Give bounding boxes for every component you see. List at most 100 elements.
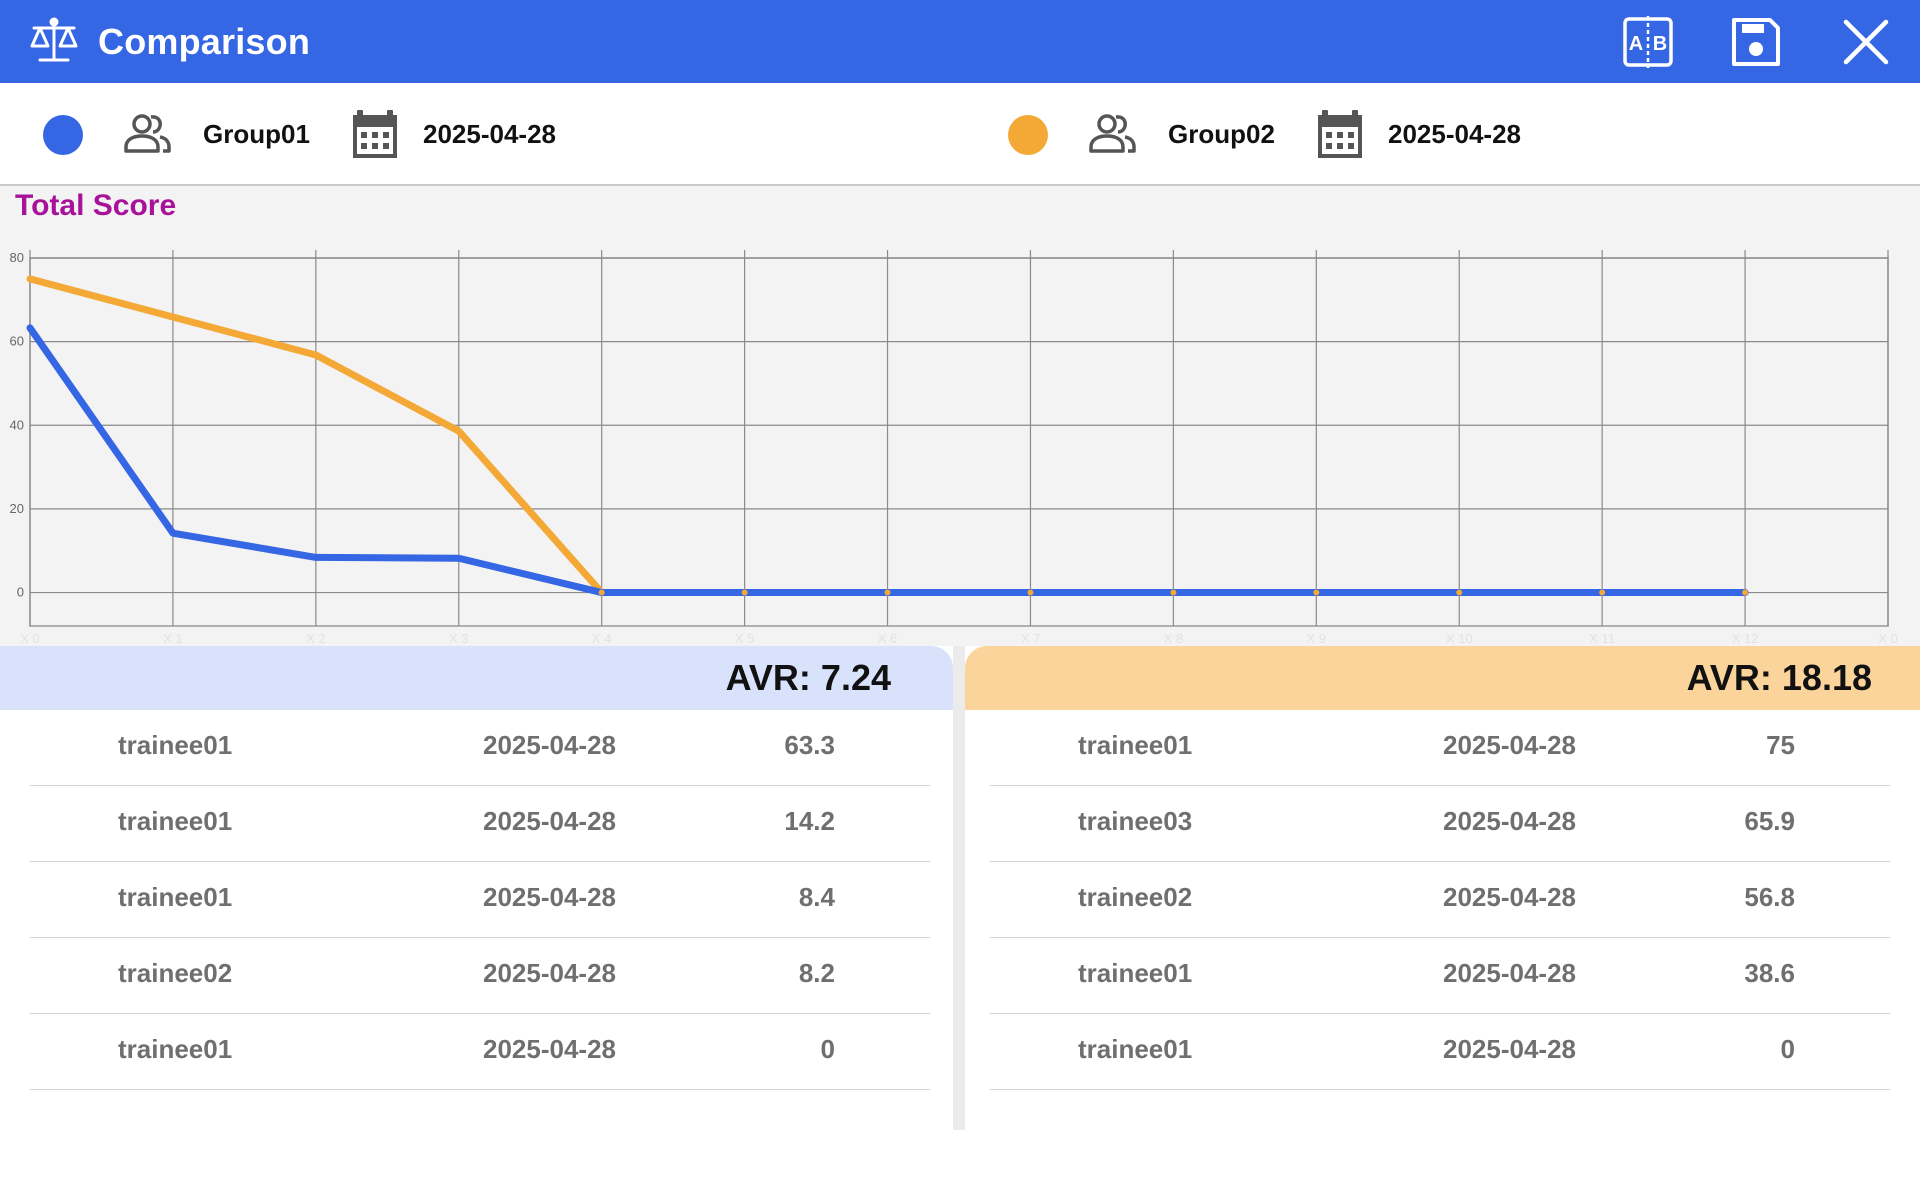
row-date: 2025-04-28 [483, 1034, 616, 1064]
data-point [312, 352, 319, 359]
trainee-name: trainee03 [1078, 806, 1193, 836]
score-value: 75 [1766, 730, 1795, 760]
data-point [598, 589, 605, 596]
x-tick-label: X 1 [163, 631, 183, 646]
data-point [27, 275, 33, 282]
trainee-name: trainee01 [118, 730, 233, 760]
row-date: 2025-04-28 [1443, 958, 1576, 988]
y-tick-label: 20 [10, 501, 24, 516]
chart-area: 0 20 40 60 80 X 0 X 1 X 2 X 3 X 4 X 5 X 6 X 7 X 8 X 9 X… [0, 186, 1920, 646]
average-label: AVR: 18.18 [1686, 657, 1872, 698]
trainee-name: trainee01 [118, 806, 233, 836]
results-list: trainee01 2025-04-28 63.3 trainee01 2025-04-… [30, 710, 930, 1090]
table-row[interactable]: trainee01 2025-04-28 8.4 [30, 862, 930, 938]
date-select-1[interactable]: 2025-04-28 [423, 83, 556, 186]
score-value: 0 [820, 1034, 835, 1064]
x-tick-label: X 8 [1164, 631, 1184, 646]
row-date: 2025-04-28 [1443, 806, 1576, 836]
x-tick-label: X 2 [306, 631, 326, 646]
row-date: 2025-04-28 [1443, 730, 1576, 760]
data-point [741, 589, 748, 596]
score-value: 65.9 [1744, 806, 1795, 836]
table-row[interactable]: trainee03 2025-04-28 65.9 [990, 786, 1890, 862]
trainee-name: trainee02 [118, 958, 233, 988]
average-bar: AVR: 18.18 [965, 646, 1920, 710]
table-row[interactable]: trainee01 2025-04-28 63.3 [30, 710, 930, 786]
average-bar: AVR: 7.24 [0, 646, 953, 710]
calendar-icon[interactable] [1313, 107, 1367, 161]
calendar-icon[interactable] [348, 107, 402, 161]
score-value: 0 [1780, 1034, 1795, 1064]
table-row[interactable]: trainee01 2025-04-28 38.6 [990, 938, 1890, 1014]
svg-text:A: A [1629, 33, 1643, 55]
data-point [455, 428, 462, 435]
data-point [1599, 589, 1606, 596]
save-icon [1732, 18, 1780, 66]
window-title: Comparison [98, 21, 311, 62]
close-button[interactable] [1838, 14, 1894, 70]
x-tick-label: X 0 [1878, 631, 1898, 646]
data-point [455, 555, 462, 562]
x-tick-label: X 6 [878, 631, 898, 646]
title-bar: Comparison A B [0, 0, 1920, 83]
data-point [169, 313, 176, 320]
panel-divider [953, 646, 965, 1130]
score-value: 63.3 [784, 730, 835, 760]
table-row[interactable]: trainee01 2025-04-28 14.2 [30, 786, 930, 862]
score-value: 38.6 [1744, 958, 1795, 988]
trainee-name: trainee01 [1078, 958, 1193, 988]
average-label: AVR: 7.24 [725, 657, 891, 698]
ab-compare-button[interactable]: A B [1620, 14, 1676, 70]
svg-text:B: B [1653, 33, 1667, 55]
table-row[interactable]: trainee01 2025-04-28 0 [990, 1014, 1890, 1090]
x-tick-label: X 0 [20, 631, 40, 646]
x-tick-label: X 5 [735, 631, 755, 646]
ab-compare-icon: A B [1623, 16, 1673, 68]
y-tick-label: 0 [17, 585, 24, 600]
people-icon[interactable] [1085, 107, 1139, 161]
balance-scale-icon [28, 16, 80, 66]
group-select-1[interactable]: Group01 [203, 83, 310, 186]
table-row[interactable]: trainee01 2025-04-28 0 [30, 1014, 930, 1090]
chart-title: Total Score [15, 189, 177, 222]
results-panel-group-1: AVR: 7.24 trainee01 2025-04-28 63.3 trainee… [0, 646, 953, 1130]
score-value: 8.4 [798, 882, 835, 912]
plot-frame [29, 257, 1889, 627]
y-tick-label: 40 [10, 417, 24, 432]
save-button[interactable] [1728, 14, 1784, 70]
trainee-name: trainee02 [1078, 882, 1193, 912]
x-tick-label: X 11 [1589, 631, 1615, 646]
x-tick-label: X 4 [592, 631, 612, 646]
group-select-2[interactable]: Group02 [1168, 83, 1275, 186]
row-date: 2025-04-28 [483, 730, 616, 760]
trainee-name: trainee01 [118, 882, 233, 912]
data-point [1027, 589, 1034, 596]
data-point [27, 324, 33, 331]
data-point [1170, 589, 1177, 596]
close-icon [1843, 19, 1889, 65]
score-value: 56.8 [1744, 882, 1795, 912]
table-row[interactable]: trainee02 2025-04-28 8.2 [30, 938, 930, 1014]
line-chart: 0 20 40 60 80 X 0 X 1 X 2 X 3 X 4 X 5 X 6 X 7 X 8 X 9 X… [10, 250, 1898, 646]
series-color-dot [1008, 115, 1048, 155]
series-color-dot [43, 115, 83, 155]
table-row[interactable]: trainee02 2025-04-28 56.8 [990, 862, 1890, 938]
date-select-2[interactable]: 2025-04-28 [1388, 83, 1521, 186]
x-tick-label: X 10 [1446, 631, 1473, 646]
selector-bar: Group01 2025-04-28 Group02 2025-04-28 [0, 83, 1920, 186]
y-tick-label: 60 [10, 334, 24, 349]
row-date: 2025-04-28 [1443, 882, 1576, 912]
trainee-name: trainee01 [1078, 1034, 1193, 1064]
data-point [884, 589, 891, 596]
data-point [1456, 589, 1463, 596]
score-value: 14.2 [784, 806, 835, 836]
table-row[interactable]: trainee01 2025-04-28 75 [990, 710, 1890, 786]
data-point [169, 530, 176, 537]
trainee-name: trainee01 [118, 1034, 233, 1064]
data-point [1742, 589, 1749, 596]
results-list: trainee01 2025-04-28 75 trainee03 2025-04-28… [990, 710, 1890, 1090]
x-tick-label: X 3 [449, 631, 469, 646]
people-icon[interactable] [120, 107, 174, 161]
x-tick-label: X 9 [1307, 631, 1327, 646]
row-date: 2025-04-28 [483, 882, 616, 912]
